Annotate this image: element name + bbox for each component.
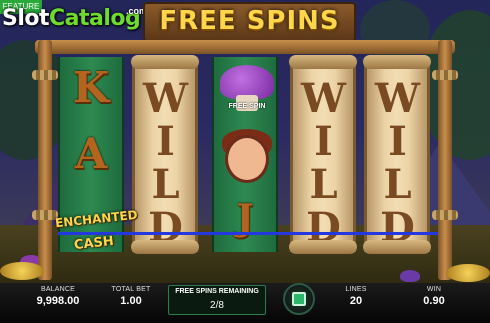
win-display: WIN 0.90 [414, 286, 454, 307]
win-label: WIN [426, 286, 442, 293]
win-value: 0.90 [423, 295, 445, 307]
scroll-top [131, 55, 199, 69]
frame-rope [432, 70, 458, 80]
total-bet-label: TOTAL BET [111, 286, 151, 293]
free-spins-remaining-box: FREE SPINS REMAINING 2/8 [168, 285, 266, 315]
background-mushroom [400, 270, 420, 282]
logo-text-left: Slot [2, 6, 50, 31]
wild-text: WILD [374, 75, 421, 247]
total-bet-value: 1.00 [120, 295, 142, 307]
scroll-bottom [289, 240, 357, 254]
frame-rope [32, 70, 58, 80]
lines-value: 20 [349, 295, 363, 307]
wild-text: WILD [300, 75, 347, 247]
frame-rope [432, 210, 458, 220]
spin-button[interactable] [283, 283, 315, 315]
slotcatalog-logo: SlotCatalog [2, 6, 141, 31]
wild-text: WILD [142, 75, 189, 247]
balance-label: BALANCE [40, 286, 76, 293]
reel-2-wild: WILD [131, 55, 199, 254]
lines-display[interactable]: LINES 20 [336, 286, 376, 307]
free-spins-title: FREE SPINS [159, 6, 340, 36]
frame-top-beam [35, 40, 455, 54]
header-sign: FREE SPINS [143, 2, 356, 42]
free-spins-remaining-value: 2/8 [210, 300, 224, 311]
mushroom-icon [220, 65, 274, 99]
total-bet-display[interactable]: TOTAL BET 1.00 [104, 286, 158, 307]
win-payline [58, 232, 438, 235]
scroll-bottom [363, 240, 431, 254]
lines-label: LINES [345, 286, 367, 293]
coins-icon [446, 264, 490, 282]
balance-display: BALANCE 9,998.00 [28, 286, 88, 307]
background-tree [420, 10, 490, 160]
symbol-k: K [72, 63, 110, 112]
reel-5-wild: WILD [363, 55, 431, 254]
fairy-icon [225, 135, 269, 183]
free-spins-remaining-label: FREE SPINS REMAINING [175, 288, 259, 295]
scroll-top [289, 55, 357, 69]
balance-value: 9,998.00 [36, 295, 80, 307]
symbol-a: A [74, 129, 108, 178]
reel-4-wild: WILD [289, 55, 357, 254]
free-spin-symbol-label: FREE SPIN [228, 103, 266, 110]
coins-icon [0, 262, 44, 280]
status-bar: BALANCE 9,998.00 TOTAL BET 1.00 FREE SPI… [0, 283, 490, 323]
reel-3: FREE SPIN J [212, 57, 278, 252]
game-stage: FEATURE SlotCatalog .com FREE SPINS K A … [0, 0, 490, 323]
scroll-bottom [131, 240, 199, 254]
scroll-top [363, 55, 431, 69]
spin-icon [292, 292, 306, 306]
